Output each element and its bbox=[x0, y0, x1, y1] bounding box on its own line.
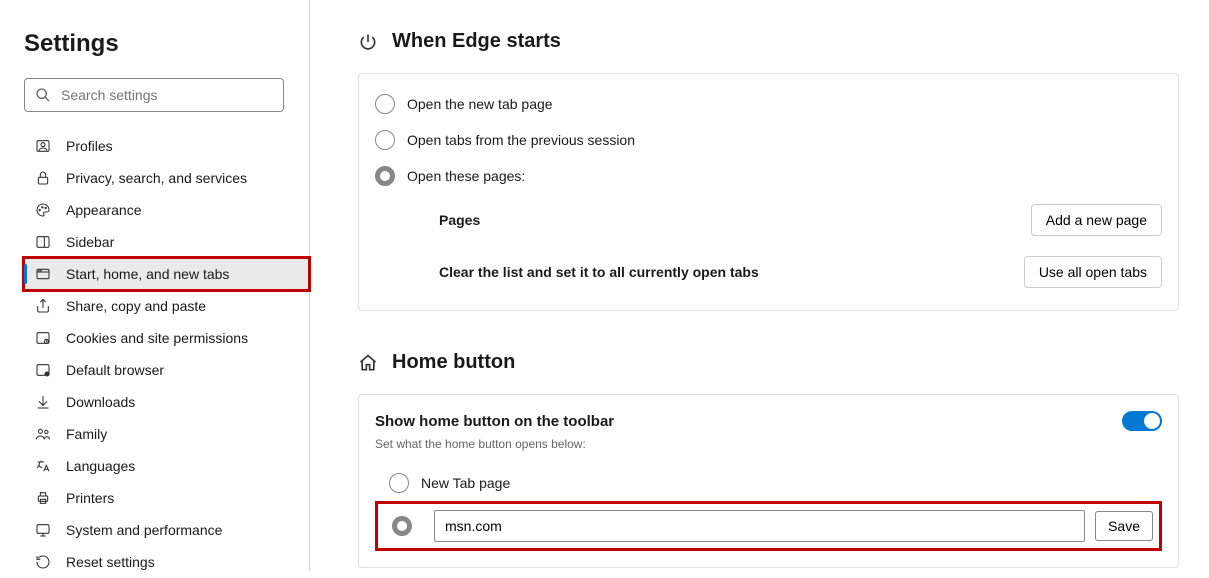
add-page-button[interactable]: Add a new page bbox=[1031, 204, 1162, 236]
radio-unchecked-icon bbox=[389, 473, 409, 493]
pages-config: Pages Add a new page Clear the list and … bbox=[375, 194, 1162, 298]
share-icon bbox=[34, 297, 52, 315]
reset-icon bbox=[34, 553, 52, 571]
settings-title: Settings bbox=[24, 30, 309, 58]
radio-checked-icon bbox=[375, 166, 395, 186]
nav-default-browser[interactable]: Default browser bbox=[24, 354, 309, 386]
radio-unchecked-icon bbox=[375, 94, 395, 114]
palette-icon bbox=[34, 201, 52, 219]
nav-privacy[interactable]: Privacy, search, and services bbox=[24, 162, 309, 194]
main-content: When Edge starts Open the new tab page O… bbox=[310, 0, 1209, 571]
search-icon bbox=[35, 87, 51, 103]
nav-printers[interactable]: Printers bbox=[24, 482, 309, 514]
power-icon bbox=[358, 32, 378, 52]
language-icon bbox=[34, 457, 52, 475]
radio-checked-icon bbox=[392, 516, 412, 536]
show-home-toggle[interactable] bbox=[1122, 411, 1162, 431]
search-input[interactable] bbox=[61, 87, 273, 103]
nav-reset[interactable]: Reset settings bbox=[24, 546, 309, 578]
home-subtitle: Set what the home button opens below: bbox=[375, 437, 1162, 451]
nav-system[interactable]: System and performance bbox=[24, 514, 309, 546]
nav-appearance[interactable]: Appearance bbox=[24, 194, 309, 226]
startup-options-card: Open the new tab page Open tabs from the… bbox=[358, 73, 1179, 311]
show-home-label: Show home button on the toolbar bbox=[375, 413, 614, 430]
nav-cookies[interactable]: Cookies and site permissions bbox=[24, 322, 309, 354]
download-icon bbox=[34, 393, 52, 411]
cookies-icon bbox=[34, 329, 52, 347]
nav-share-copy-paste[interactable]: Share, copy and paste bbox=[24, 290, 309, 322]
lock-icon bbox=[34, 169, 52, 187]
nav-profiles[interactable]: Profiles bbox=[24, 130, 309, 162]
option-previous-session[interactable]: Open tabs from the previous session bbox=[375, 122, 1162, 158]
home-option-new-tab[interactable]: New Tab page bbox=[375, 465, 1162, 501]
profile-icon bbox=[34, 137, 52, 155]
search-settings-field[interactable] bbox=[24, 78, 284, 112]
nav-family[interactable]: Family bbox=[24, 418, 309, 450]
radio-unchecked-icon bbox=[375, 130, 395, 150]
home-option-url[interactable]: Save bbox=[375, 501, 1162, 551]
home-button-card: Show home button on the toolbar Set what… bbox=[358, 394, 1179, 568]
option-new-tab[interactable]: Open the new tab page bbox=[375, 86, 1162, 122]
tabs-icon bbox=[34, 265, 52, 283]
system-icon bbox=[34, 521, 52, 539]
clear-list-label: Clear the list and set it to all current… bbox=[439, 264, 759, 280]
sidebar-icon bbox=[34, 233, 52, 251]
nav-sidebar[interactable]: Sidebar bbox=[24, 226, 309, 258]
settings-nav: Profiles Privacy, search, and services A… bbox=[24, 130, 309, 578]
save-button[interactable]: Save bbox=[1095, 511, 1153, 541]
home-url-input[interactable] bbox=[434, 510, 1085, 542]
home-button-heading: Home button bbox=[358, 351, 1179, 374]
option-open-these-pages[interactable]: Open these pages: bbox=[375, 158, 1162, 194]
nav-languages[interactable]: Languages bbox=[24, 450, 309, 482]
settings-sidebar: Settings Profiles Privacy, search, and s… bbox=[0, 0, 310, 571]
family-icon bbox=[34, 425, 52, 443]
nav-start-home-tabs[interactable]: Start, home, and new tabs bbox=[24, 258, 309, 290]
printer-icon bbox=[34, 489, 52, 507]
browser-icon bbox=[34, 361, 52, 379]
home-icon bbox=[358, 353, 378, 373]
use-all-tabs-button[interactable]: Use all open tabs bbox=[1024, 256, 1162, 288]
startup-heading: When Edge starts bbox=[358, 30, 1179, 53]
nav-downloads[interactable]: Downloads bbox=[24, 386, 309, 418]
pages-label: Pages bbox=[439, 212, 480, 228]
